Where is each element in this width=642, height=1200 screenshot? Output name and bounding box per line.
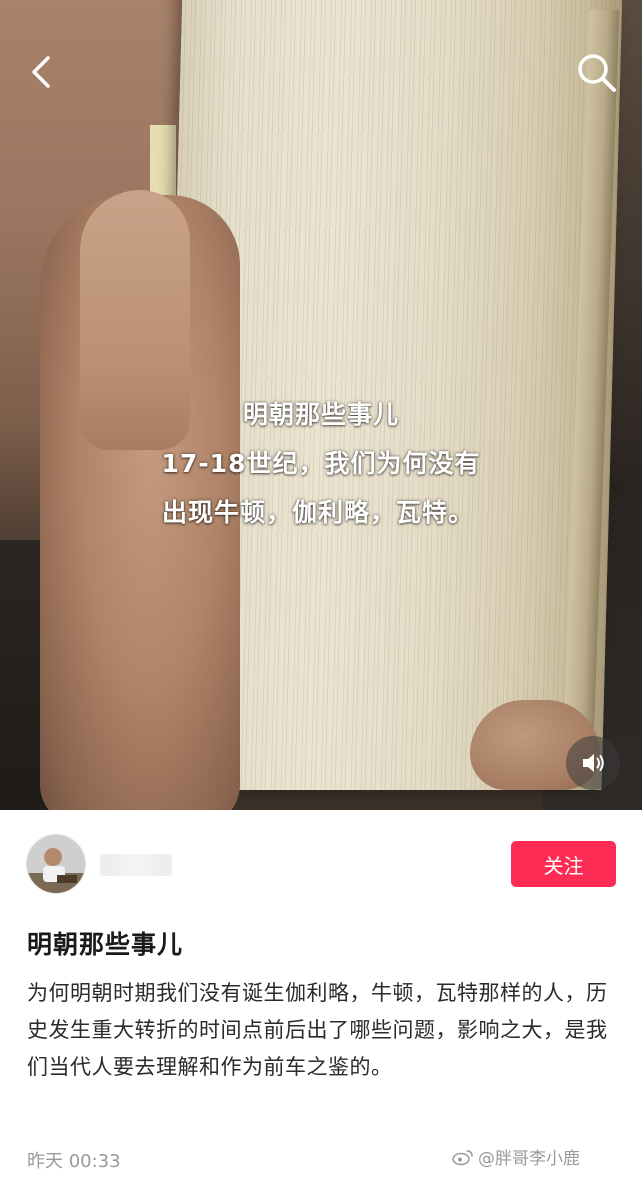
video-caption-line-3: 出现牛顿，伽利略，瓦特。	[161, 498, 474, 527]
watermark: @胖哥李小鹿	[452, 1144, 580, 1169]
video-caption-line-1: 明朝那些事儿	[242, 400, 399, 429]
video-caption-line-2: 17-18世纪，我们为何没有	[161, 449, 481, 478]
post-description: 为何明朝时期我们没有诞生伽利略，牛顿，瓦特那样的人，历史发生重大转折的时间点前后…	[27, 981, 608, 1079]
speaker-icon	[583, 754, 604, 772]
follow-button[interactable]: 关注	[511, 841, 616, 887]
search-button[interactable]	[574, 50, 618, 94]
avatar[interactable]	[26, 834, 86, 894]
back-button[interactable]	[20, 50, 64, 94]
avatar-image	[27, 835, 85, 893]
search-icon	[578, 54, 616, 92]
post-timestamp: 昨天 00:33	[27, 1151, 121, 1172]
sound-toggle-button[interactable]	[566, 736, 620, 790]
post-title: 明朝那些事儿	[27, 930, 184, 959]
weibo-icon	[452, 1149, 473, 1165]
video-player[interactable]: 明朝那些事儿 17-18世纪，我们为何没有 出现牛顿，伽利略，瓦特。	[0, 0, 642, 810]
username-blurred[interactable]	[100, 854, 172, 876]
watermark-text: @胖哥李小鹿	[478, 1149, 580, 1169]
chevron-left-icon	[32, 56, 50, 88]
post-info-panel: 关注 明朝那些事儿 为何明朝时期我们没有诞生伽利略，牛顿，瓦特那样的人，历史发生…	[0, 810, 642, 1200]
